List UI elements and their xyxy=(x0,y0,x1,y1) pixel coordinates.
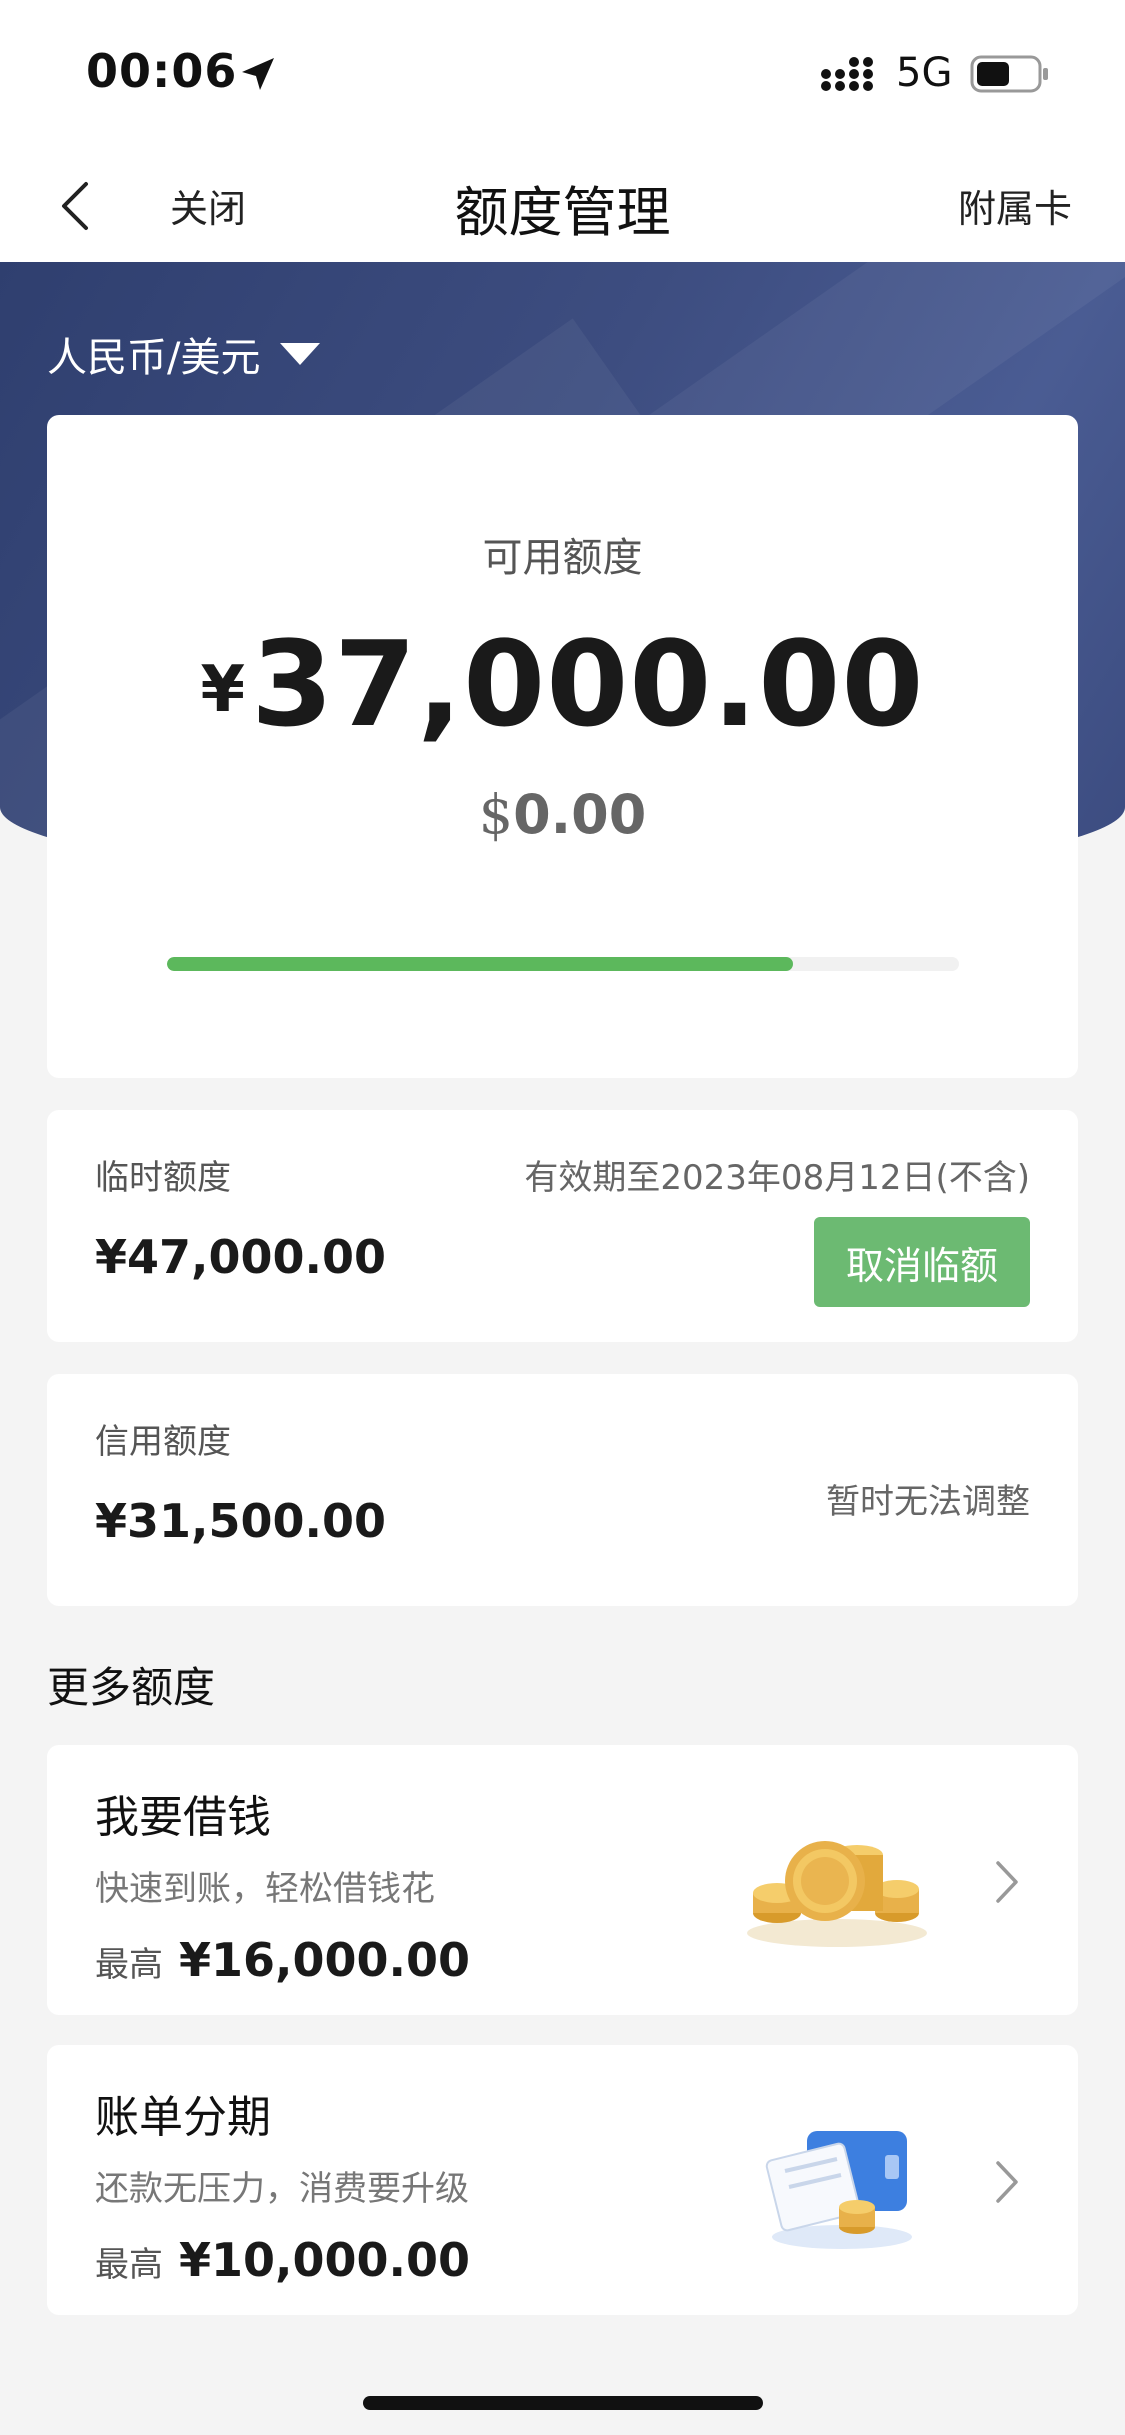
network-type: 5G xyxy=(896,50,953,96)
coins-icon xyxy=(747,1841,927,1947)
more-credit-title: 更多额度 xyxy=(47,1663,216,1712)
credit-limit-amount: ¥31,500.00 xyxy=(95,1494,387,1548)
chevron-right-icon xyxy=(996,2161,1018,2203)
available-credit-label: 可用额度 xyxy=(482,535,643,581)
credit-adjust-status: 暂时无法调整 xyxy=(826,1482,1030,1522)
credit-usage-fill xyxy=(167,957,793,971)
home-indicator xyxy=(363,2396,763,2410)
cny-amount: 37,000.00 xyxy=(251,615,925,753)
bill-card-icon xyxy=(765,2131,912,2249)
loan-promo-card[interactable]: 我要借钱 快速到账，轻松借钱花 最高 ¥16,000.00 xyxy=(47,1745,1078,2015)
promo-max-value: ¥16,000.00 xyxy=(179,1933,471,1987)
signal-icon xyxy=(821,57,873,91)
available-credit-card: 可用额度 ¥37,000.00 $0.00 xyxy=(47,415,1078,1078)
promo-description: 还款无压力，消费要升级 xyxy=(95,2169,469,2209)
temporary-credit-label: 临时额度 xyxy=(95,1158,231,1198)
nav-bar: 关闭 额度管理 附属卡 xyxy=(0,150,1125,262)
credit-limit-card: 信用额度 ¥31,500.00 暂时无法调整 xyxy=(47,1374,1078,1606)
page-title: 额度管理 xyxy=(454,181,671,244)
promo-max-value: ¥10,000.00 xyxy=(179,2233,471,2287)
temporary-credit-card: 临时额度 有效期至2023年08月12日(不含) ¥47,000.00 取消临额 xyxy=(47,1110,1078,1342)
cny-symbol: ¥ xyxy=(200,653,246,727)
usd-symbol: $ xyxy=(478,783,514,846)
credit-limit-label: 信用额度 xyxy=(95,1422,231,1462)
location-arrow-icon xyxy=(242,58,274,90)
available-credit-amount: ¥37,000.00 xyxy=(47,615,1078,753)
promo-description: 快速到账，轻松借钱花 xyxy=(95,1869,435,1909)
temporary-credit-amount: ¥47,000.00 xyxy=(95,1230,387,1284)
cancel-temporary-button[interactable]: 取消临额 xyxy=(814,1217,1030,1307)
installment-promo-card[interactable]: 账单分期 还款无压力，消费要升级 最高 ¥10,000.00 xyxy=(47,2045,1078,2315)
supplementary-card-button[interactable]: 附属卡 xyxy=(958,178,1072,233)
temporary-validity: 有效期至2023年08月12日(不含) xyxy=(524,1158,1030,1198)
promo-max-label: 最高 xyxy=(95,2245,163,2285)
battery-icon xyxy=(970,55,1048,93)
promo-title: 账单分期 xyxy=(95,2092,271,2143)
usd-amount: $0.00 xyxy=(47,783,1078,846)
caret-down-icon xyxy=(280,343,321,365)
promo-max: 最高 ¥16,000.00 xyxy=(95,1933,470,1987)
usd-amount-value: 0.00 xyxy=(513,783,647,846)
credit-usage-bar xyxy=(167,957,959,971)
promo-max-label: 最高 xyxy=(95,1945,163,1985)
status-time: 00:06 xyxy=(86,44,238,98)
promo-title: 我要借钱 xyxy=(95,1792,271,1843)
promo-max: 最高 ¥10,000.00 xyxy=(95,2233,470,2287)
chevron-right-icon xyxy=(996,1861,1018,1903)
currency-label: 人民币/美元 xyxy=(47,335,261,381)
status-bar: 00:06 5G xyxy=(0,0,1125,150)
currency-switch[interactable]: 人民币/美元 xyxy=(47,325,322,383)
